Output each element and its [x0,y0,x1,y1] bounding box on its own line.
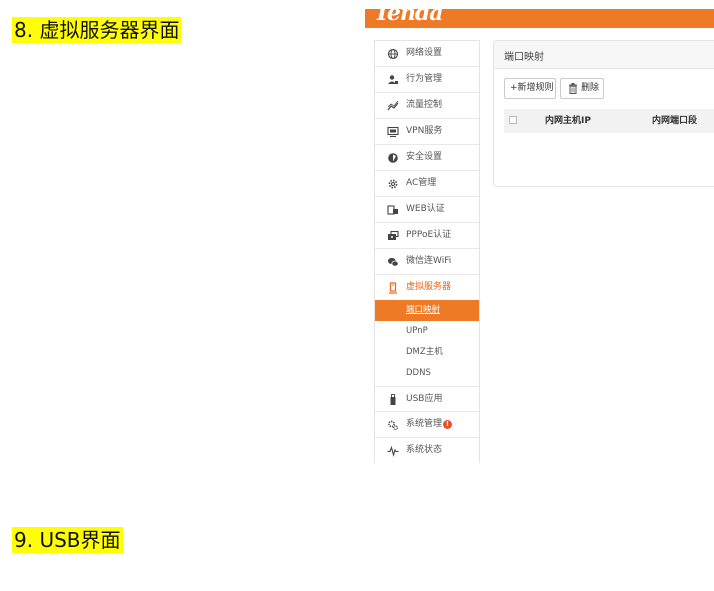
server-icon [387,282,399,294]
sidebar-subitem-label: DDNS [406,368,431,378]
pppoe-icon [387,230,399,242]
sidebar-item-traffic[interactable]: 流量控制 [375,93,479,119]
sidebar-item-web-auth[interactable]: WEB认证 [375,197,479,223]
sidebar-nav: 网络设置 行为管理 流量控制 VPN服务 安全设置 AC管理 WEB认证 PPP… [374,40,480,463]
sidebar-item-label: WEB认证 [406,204,445,214]
sidebar-item-label: AC管理 [406,178,437,188]
sidebar-item-system-manage[interactable]: 系统管理 ! [375,412,479,438]
sidebar-item-system-status[interactable]: 系统状态 [375,438,479,463]
sidebar-item-label: PPPoE认证 [406,230,452,240]
sidebar-subitem-ddns[interactable]: DDNS [375,363,479,384]
panel-header: 端口映射 [494,41,714,69]
web-auth-icon [387,204,399,216]
traffic-icon [387,100,399,112]
brand-header-bar: Tenda [365,9,714,28]
delete-button-label: 删除 [581,83,600,93]
column-header-lan-port: 内网端口段 [652,116,698,126]
sidebar-item-label: 安全设置 [406,152,443,162]
sidebar-item-security[interactable]: 安全设置 [375,145,479,171]
alert-badge-icon: ! [443,420,452,429]
sidebar-item-label: 网络设置 [406,48,443,58]
column-header-lan-ip: 内网主机IP [545,116,591,126]
sidebar-subitem-label: UPnP [406,326,428,336]
sidebar-item-behavior[interactable]: 行为管理 [375,67,479,93]
sidebar-item-label: 微信连WiFi [406,256,452,266]
panel-title: 端口映射 [504,52,544,63]
sidebar-subitem-label: DMZ主机 [406,347,443,357]
sidebar-item-label: 系统管理 [406,419,443,429]
sidebar-item-virtual-server[interactable]: 虚拟服务器 [375,275,479,301]
delete-button[interactable]: 删除 [560,78,604,99]
wechat-icon [387,256,399,268]
pulse-icon [387,445,399,457]
sidebar-item-ac[interactable]: AC管理 [375,171,479,197]
sidebar-item-network[interactable]: 网络设置 [375,41,479,67]
port-mapping-panel: 端口映射 +新增规则 删除 内网主机IP 内网端口段 [493,40,714,187]
trash-icon [568,83,578,94]
document-heading-usb: 9. USB界面 [12,527,123,553]
sidebar-item-wechat-wifi[interactable]: 微信连WiFi [375,249,479,275]
gear-icon [387,178,399,190]
sidebar-item-label: 系统状态 [406,445,443,455]
sidebar-item-usb[interactable]: USB应用 [375,386,479,412]
sidebar-item-label: USB应用 [406,394,443,404]
select-all-checkbox[interactable] [509,116,517,124]
router-admin-screenshot: Tenda 网络设置 行为管理 流量控制 VPN服务 安全设置 AC管理 WEB… [365,0,714,463]
sidebar-item-label: 流量控制 [406,100,443,110]
sidebar-subitem-port-mapping[interactable]: 端口映射 [375,300,479,321]
sidebar-subitem-dmz[interactable]: DMZ主机 [375,342,479,363]
sidebar-subitem-upnp[interactable]: UPnP [375,321,479,342]
usb-icon [387,394,399,406]
system-gear-icon [387,419,399,431]
add-rule-button[interactable]: +新增规则 [504,78,556,99]
sidebar-subitem-label: 端口映射 [406,305,441,315]
sidebar-item-label: 虚拟服务器 [406,282,452,292]
document-heading-virtual-server: 8. 虚拟服务器界面 [12,17,182,43]
globe-icon [387,48,399,60]
sidebar-item-pppoe[interactable]: PPPoE认证 [375,223,479,249]
user-manage-icon [387,74,399,86]
table-header-row: 内网主机IP 内网端口段 [504,109,714,133]
sidebar-item-vpn[interactable]: VPN服务 [375,119,479,145]
tenda-logo: Tenda [374,9,443,26]
monitor-icon [387,126,399,138]
sidebar-item-label: VPN服务 [406,126,443,136]
shield-icon [387,152,399,164]
sidebar-item-label: 行为管理 [406,74,443,84]
